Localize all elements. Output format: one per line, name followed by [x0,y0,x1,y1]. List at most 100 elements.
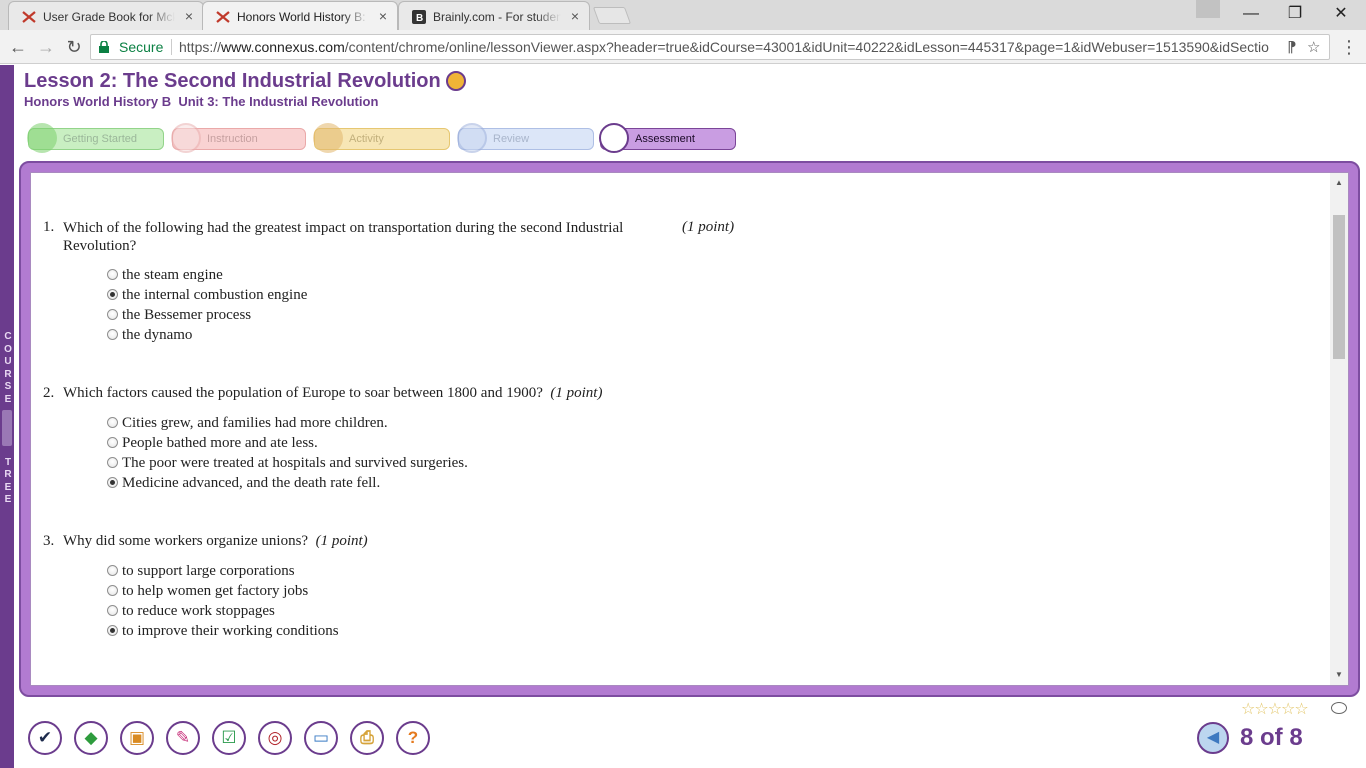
maximize-button[interactable]: ❐ [1272,0,1318,28]
radio-button[interactable] [107,417,118,428]
scroll-down-arrow-icon[interactable]: ▼ [1330,667,1348,683]
profile-icon[interactable] [1196,0,1220,18]
tab-close-icon[interactable]: × [185,8,193,24]
assessment-scroll-area[interactable]: 1. Which of the following had the greate… [30,172,1349,686]
radio-button[interactable] [107,457,118,468]
target-icon[interactable]: ◎ [258,721,292,755]
tool-glyph: ⎙ [360,728,374,747]
tab-label: User Grade Book for Mck [43,10,175,24]
tool-glyph: ☑ [221,728,237,747]
back-button[interactable]: ← [6,35,30,59]
tool-glyph: ? [407,728,419,747]
tab-honors-world-history[interactable]: Honors World History B: × [202,1,398,30]
pin-icon[interactable]: ⁋ [1287,38,1297,56]
help-icon[interactable]: ? [396,721,430,755]
tool-glyph: ✎ [175,728,191,747]
question-line: Why did some workers organize unions? (1… [63,533,368,550]
radio-button-selected[interactable] [107,625,118,636]
lesson-subtitle: Honors World History B Unit 3: The Indus… [24,94,379,109]
phase-label: Instruction [207,133,258,145]
answer-label: Cities grew, and families had more child… [122,415,388,431]
course-tree-letter: R [4,469,12,481]
assessment-content-frame: 1. Which of the following had the greate… [19,161,1360,697]
question-points: (1 point) [550,385,603,401]
checklist-icon[interactable]: ☑ [212,721,246,755]
question-points: (1 point) [682,219,735,235]
url-text[interactable]: https://www.connexus.com/content/chrome/… [179,39,1289,55]
svg-text:B: B [416,13,423,24]
browser-tab-strip: User Grade Book for Mck × Honors World H… [0,0,1366,30]
browser-menu-icon[interactable]: ⋮ [1340,36,1358,58]
phase-activity[interactable]: Activity [313,123,450,153]
question-number: 1. [43,219,55,235]
course-tree-letter: R [4,368,12,380]
answer-label: to reduce work stoppages [122,603,275,619]
radio-button[interactable] [107,309,118,320]
phase-instruction[interactable]: Instruction [171,123,306,153]
vertical-scrollbar[interactable]: ▲ ▼ [1330,173,1348,685]
tool-glyph: ◆ [84,728,98,747]
tab-close-icon[interactable]: × [379,8,387,24]
phase-review[interactable]: Review [457,123,594,153]
radio-button[interactable] [107,565,118,576]
browser-toolbar: ← → ↻ Secure https://www.connexus.com/co… [0,30,1366,64]
radio-button[interactable] [107,437,118,448]
question-number: 3. [43,533,55,549]
course-tree-sidebar[interactable]: C O U R S E T R E E [0,65,14,768]
tool-glyph: ◎ [267,728,283,747]
radio-button-selected[interactable] [107,477,118,488]
lesson-title: Lesson 2: The Second Industrial Revoluti… [24,70,441,92]
tab-brainly[interactable]: B Brainly.com - For student × [398,1,590,30]
briefcase-icon[interactable]: ▣ [120,721,154,755]
phase-assessment[interactable]: Assessment [599,123,736,153]
books-icon [313,123,343,153]
new-tab-button[interactable] [592,7,632,24]
brainly-favicon-icon: B [412,10,426,24]
radio-button[interactable] [107,269,118,280]
tab-close-icon[interactable]: × [571,8,579,24]
tool-glyph: ✔ [37,728,53,747]
radio-button-selected[interactable] [107,289,118,300]
previous-page-button[interactable]: ◀ [1197,722,1229,754]
close-window-button[interactable]: ✕ [1318,0,1364,28]
course-tree-letter: E [4,481,12,493]
bookmark-star-icon[interactable]: ☆ [1307,38,1320,56]
checkmark-icon[interactable]: ✔ [28,721,62,755]
scroll-up-arrow-icon[interactable]: ▲ [1330,175,1348,191]
left-arrow-icon: ◀ [1206,729,1220,746]
rating-stars[interactable]: ☆☆☆☆☆ [1241,699,1309,719]
notebook-icon [171,123,201,153]
radio-button[interactable] [107,585,118,596]
omnibox-divider [171,39,172,55]
minimize-button[interactable]: — [1228,0,1274,28]
question-number: 2. [43,385,55,401]
answer-label: to improve their working conditions [122,623,339,639]
phase-label: Assessment [635,133,695,145]
forward-button[interactable]: → [34,35,58,59]
address-bar[interactable]: Secure https://www.connexus.com/content/… [90,34,1330,60]
pushpin-icon[interactable]: ✎ [166,721,200,755]
course-tree-letter: E [4,494,12,506]
tab-label: Brainly.com - For student [433,10,561,24]
phase-getting-started[interactable]: Getting Started [27,123,164,153]
review-cycle-icon [457,123,487,153]
answer-label: People bathed more and ate less. [122,435,318,451]
monitor-icon[interactable]: ▭ [304,721,338,755]
scrollbar-thumb[interactable] [1333,215,1345,359]
course-tree-letter: E [4,393,12,405]
course-tree-letter: T [4,456,12,468]
url-host: www.connexus.com [221,39,345,55]
question-text: Which factors caused the population of E… [63,385,543,401]
radio-button[interactable] [107,605,118,616]
url-prefix: https:// [179,39,222,55]
answer-label: to support large corporations [122,563,295,579]
tab-user-grade-book[interactable]: User Grade Book for Mck × [8,1,204,30]
book-icon[interactable]: ◆ [74,721,108,755]
printer-icon[interactable]: ⎙ [350,721,384,755]
answer-label: the Bessemer process [122,307,252,323]
radio-button[interactable] [107,329,118,340]
reload-button[interactable]: ↻ [62,35,86,59]
course-tree-toggle-handle[interactable] [2,410,12,446]
answer-label: the dynamo [122,327,193,343]
comment-bubble-icon[interactable] [1331,702,1347,714]
